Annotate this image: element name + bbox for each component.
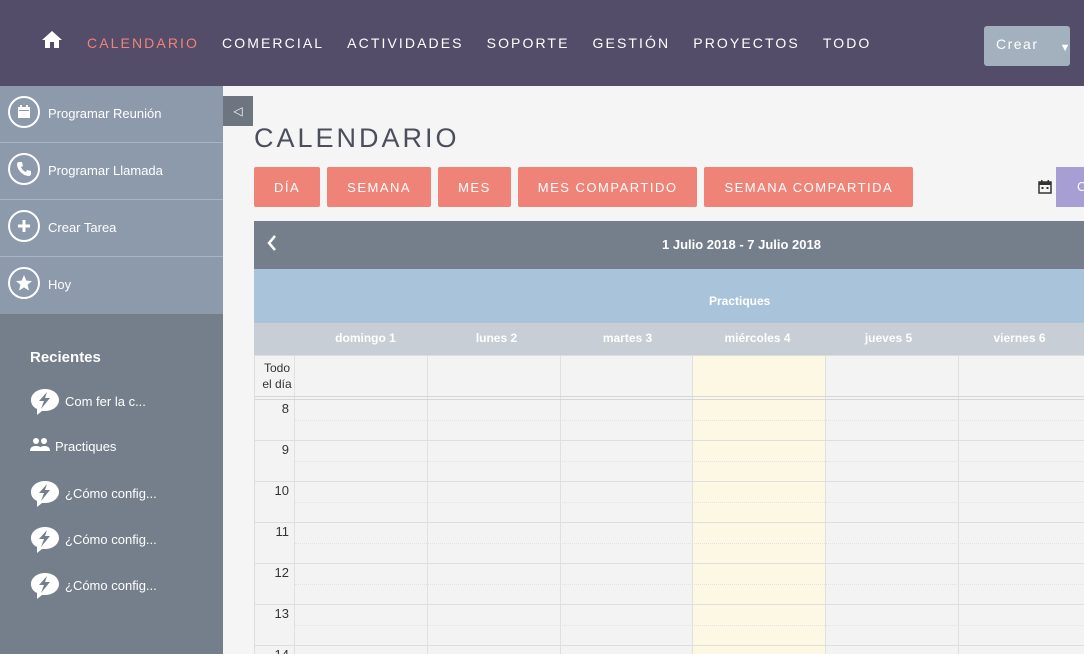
day-header[interactable]: jueves 5 — [822, 331, 955, 345]
partial-button[interactable]: C — [1056, 167, 1084, 207]
triangle-left-icon: ◁ — [233, 104, 243, 118]
star-icon — [8, 267, 40, 299]
recent-title: Recientes — [30, 349, 101, 366]
calendar-header: 1 Julio 2018 - 7 Julio 2018 — [254, 221, 1084, 269]
nav-item-actividades[interactable]: ACTIVIDADES — [347, 34, 463, 52]
day-header[interactable]: miércoles 4 — [691, 331, 824, 345]
hour-label: 12 — [274, 565, 289, 580]
main-nav: CALENDARIO COMERCIAL ACTIVIDADES SOPORTE… — [87, 34, 894, 52]
quick-action-label: Programar Reunión — [48, 106, 162, 121]
recent-item-label: ¿Cómo config... — [65, 486, 157, 501]
top-navbar: CALENDARIO COMERCIAL ACTIVIDADES SOPORTE… — [0, 0, 1084, 86]
hour-label: 9 — [281, 442, 289, 457]
view-shared-week-button[interactable]: SEMANA COMPARTIDA — [704, 167, 914, 207]
half-hour-line — [295, 461, 1084, 462]
day-headers: domingo 1 lunes 2 martes 3 miércoles 4 j… — [254, 323, 1084, 356]
view-week-button[interactable]: SEMANA — [327, 167, 432, 207]
calendar-owner: Practiques — [709, 294, 771, 308]
nav-item-soporte[interactable]: SOPORTE — [487, 34, 570, 52]
view-switcher: DÍA SEMANA MES MES COMPARTIDO SEMANA COM… — [254, 167, 920, 207]
all-day-separator — [255, 396, 1084, 400]
day-header[interactable]: domingo 1 — [299, 331, 432, 345]
day-header[interactable]: martes 3 — [561, 331, 694, 345]
lightning-bubble-icon — [31, 481, 59, 507]
nav-item-calendario[interactable]: CALENDARIO — [87, 34, 199, 52]
quick-action-label: Crear Tarea — [48, 220, 117, 235]
recent-item-label: ¿Cómo config... — [65, 532, 157, 547]
lightning-bubble-icon — [31, 573, 59, 599]
recent-item-label: ¿Cómo config... — [65, 578, 157, 593]
hour-label: 8 — [281, 401, 289, 416]
half-hour-line — [295, 625, 1084, 626]
view-shared-month-button[interactable]: MES COMPARTIDO — [517, 167, 698, 207]
hour-label: 10 — [274, 483, 289, 498]
column-divider — [825, 356, 826, 654]
date-range: 1 Julio 2018 - 7 Julio 2018 — [662, 237, 821, 252]
day-header[interactable]: viernes 6 — [953, 331, 1084, 345]
create-button[interactable]: Crear ▼ — [984, 26, 1070, 66]
recent-item-label: Com fer la c... — [65, 394, 146, 409]
half-hour-line — [295, 584, 1084, 585]
calendar-icon — [8, 96, 40, 128]
quick-action-schedule-meeting[interactable]: Programar Reunión — [0, 86, 223, 143]
recent-item[interactable]: Practiques — [0, 433, 223, 479]
quick-action-label: Programar Llamada — [48, 163, 163, 178]
collapse-sidebar-button[interactable]: ◁ — [223, 96, 253, 126]
page-title: CALENDARIO — [254, 123, 460, 153]
hour-line — [255, 522, 1084, 523]
hour-label: 14 — [255, 647, 289, 654]
group-icon — [30, 438, 50, 451]
nav-item-todo[interactable]: TODO — [823, 34, 872, 52]
view-day-button[interactable]: DÍA — [254, 167, 321, 207]
quick-actions: Programar Reunión Programar Llamada Crea… — [0, 86, 223, 314]
half-hour-line — [295, 543, 1084, 544]
recent-item[interactable]: ¿Cómo config... — [0, 571, 223, 617]
day-header[interactable]: lunes 2 — [430, 331, 563, 345]
calendar-grid[interactable]: Todo el día 8 9 10 11 12 13 14 — [254, 356, 1084, 654]
chevron-left-icon[interactable] — [262, 232, 282, 254]
lightning-bubble-icon — [31, 389, 59, 415]
recent-item[interactable]: Com fer la c... — [0, 387, 223, 433]
column-divider — [560, 356, 561, 654]
calendar-owner-band: Practiques — [254, 269, 1084, 323]
home-icon[interactable] — [40, 28, 64, 52]
quick-action-schedule-call[interactable]: Programar Llamada — [0, 143, 223, 200]
quick-action-today[interactable]: Hoy — [0, 257, 223, 314]
hour-label: 11 — [275, 524, 290, 539]
half-hour-line — [295, 420, 1084, 421]
all-day-label: Todo el día — [262, 361, 292, 391]
nav-item-comercial[interactable]: COMERCIAL — [222, 34, 324, 52]
half-hour-line — [295, 502, 1084, 503]
create-button-label: Crear — [996, 36, 1039, 52]
hour-line — [255, 645, 1084, 646]
calendar-icon[interactable] — [1038, 180, 1052, 194]
today-column — [692, 356, 825, 654]
column-divider — [692, 356, 693, 654]
recent-item[interactable]: ¿Cómo config... — [0, 525, 223, 571]
phone-icon — [8, 153, 40, 185]
hour-line — [255, 440, 1084, 441]
plus-icon — [8, 210, 40, 242]
hour-line — [255, 481, 1084, 482]
nav-item-gestion[interactable]: GESTIÓN — [593, 34, 671, 52]
recent-item-label: Practiques — [55, 439, 117, 454]
recent-item[interactable]: ¿Cómo config... — [0, 479, 223, 525]
column-divider — [427, 356, 428, 654]
quick-action-label: Hoy — [48, 277, 72, 292]
nav-item-proyectos[interactable]: PROYECTOS — [693, 34, 800, 52]
sidebar: Programar Reunión Programar Llamada Crea… — [0, 86, 223, 654]
column-divider — [958, 356, 959, 654]
hour-line — [255, 563, 1084, 564]
view-month-button[interactable]: MES — [438, 167, 511, 207]
column-divider — [294, 356, 295, 654]
hour-line — [255, 604, 1084, 605]
lightning-bubble-icon — [31, 527, 59, 553]
quick-action-create-task[interactable]: Crear Tarea — [0, 200, 223, 257]
hour-label: 13 — [274, 606, 289, 621]
caret-down-icon: ▼ — [1059, 42, 1072, 54]
